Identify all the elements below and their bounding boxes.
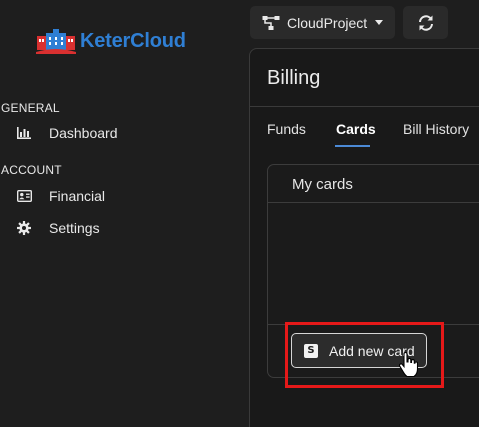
brand-name: KeterCloud — [80, 29, 186, 52]
chevron-down-icon — [375, 20, 384, 25]
sidebar-item-financial[interactable]: Financial — [16, 188, 105, 204]
refresh-icon — [418, 14, 433, 31]
tab-funds[interactable]: Funds — [267, 121, 306, 137]
network-icon — [262, 15, 280, 30]
chart-icon — [16, 125, 32, 141]
sidebar-item-settings[interactable]: Settings — [16, 220, 100, 236]
main-panel: Billing Funds Cards Bill History My card… — [249, 48, 479, 427]
building-logo-icon — [36, 29, 76, 54]
stripe-icon: S — [304, 343, 318, 358]
sidebar-item-label: Settings — [49, 220, 100, 236]
section-title-account: ACCOUNT — [1, 163, 62, 177]
sidebar-item-label: Dashboard — [49, 125, 118, 141]
card-panel-footer-divider — [268, 324, 479, 325]
add-new-card-label: Add new card — [329, 342, 415, 359]
sidebar-item-label: Financial — [49, 188, 106, 204]
sidebar: KeterCloud GENERAL Dashboard ACCOUNT Fin… — [0, 0, 245, 427]
refresh-button[interactable] — [403, 6, 448, 39]
page-title: Billing — [267, 67, 321, 89]
project-selector[interactable]: CloudProject — [250, 6, 395, 39]
gear-icon — [16, 220, 32, 236]
id-card-icon — [16, 188, 32, 204]
section-title-general: GENERAL — [1, 101, 60, 115]
card-panel-header: My cards — [268, 165, 479, 203]
brand-logo[interactable]: KeterCloud — [36, 28, 186, 54]
sidebar-item-dashboard[interactable]: Dashboard — [16, 125, 118, 141]
card-panel-title: My cards — [292, 176, 353, 193]
project-name: CloudProject — [287, 14, 368, 31]
active-tab-indicator — [335, 145, 370, 147]
divider — [250, 106, 479, 107]
billing-tabs: Funds Cards Bill History — [250, 119, 479, 147]
tab-bill-history[interactable]: Bill History — [403, 121, 469, 137]
tab-cards[interactable]: Cards — [336, 121, 376, 137]
add-new-card-button[interactable]: S Add new card — [291, 333, 427, 368]
